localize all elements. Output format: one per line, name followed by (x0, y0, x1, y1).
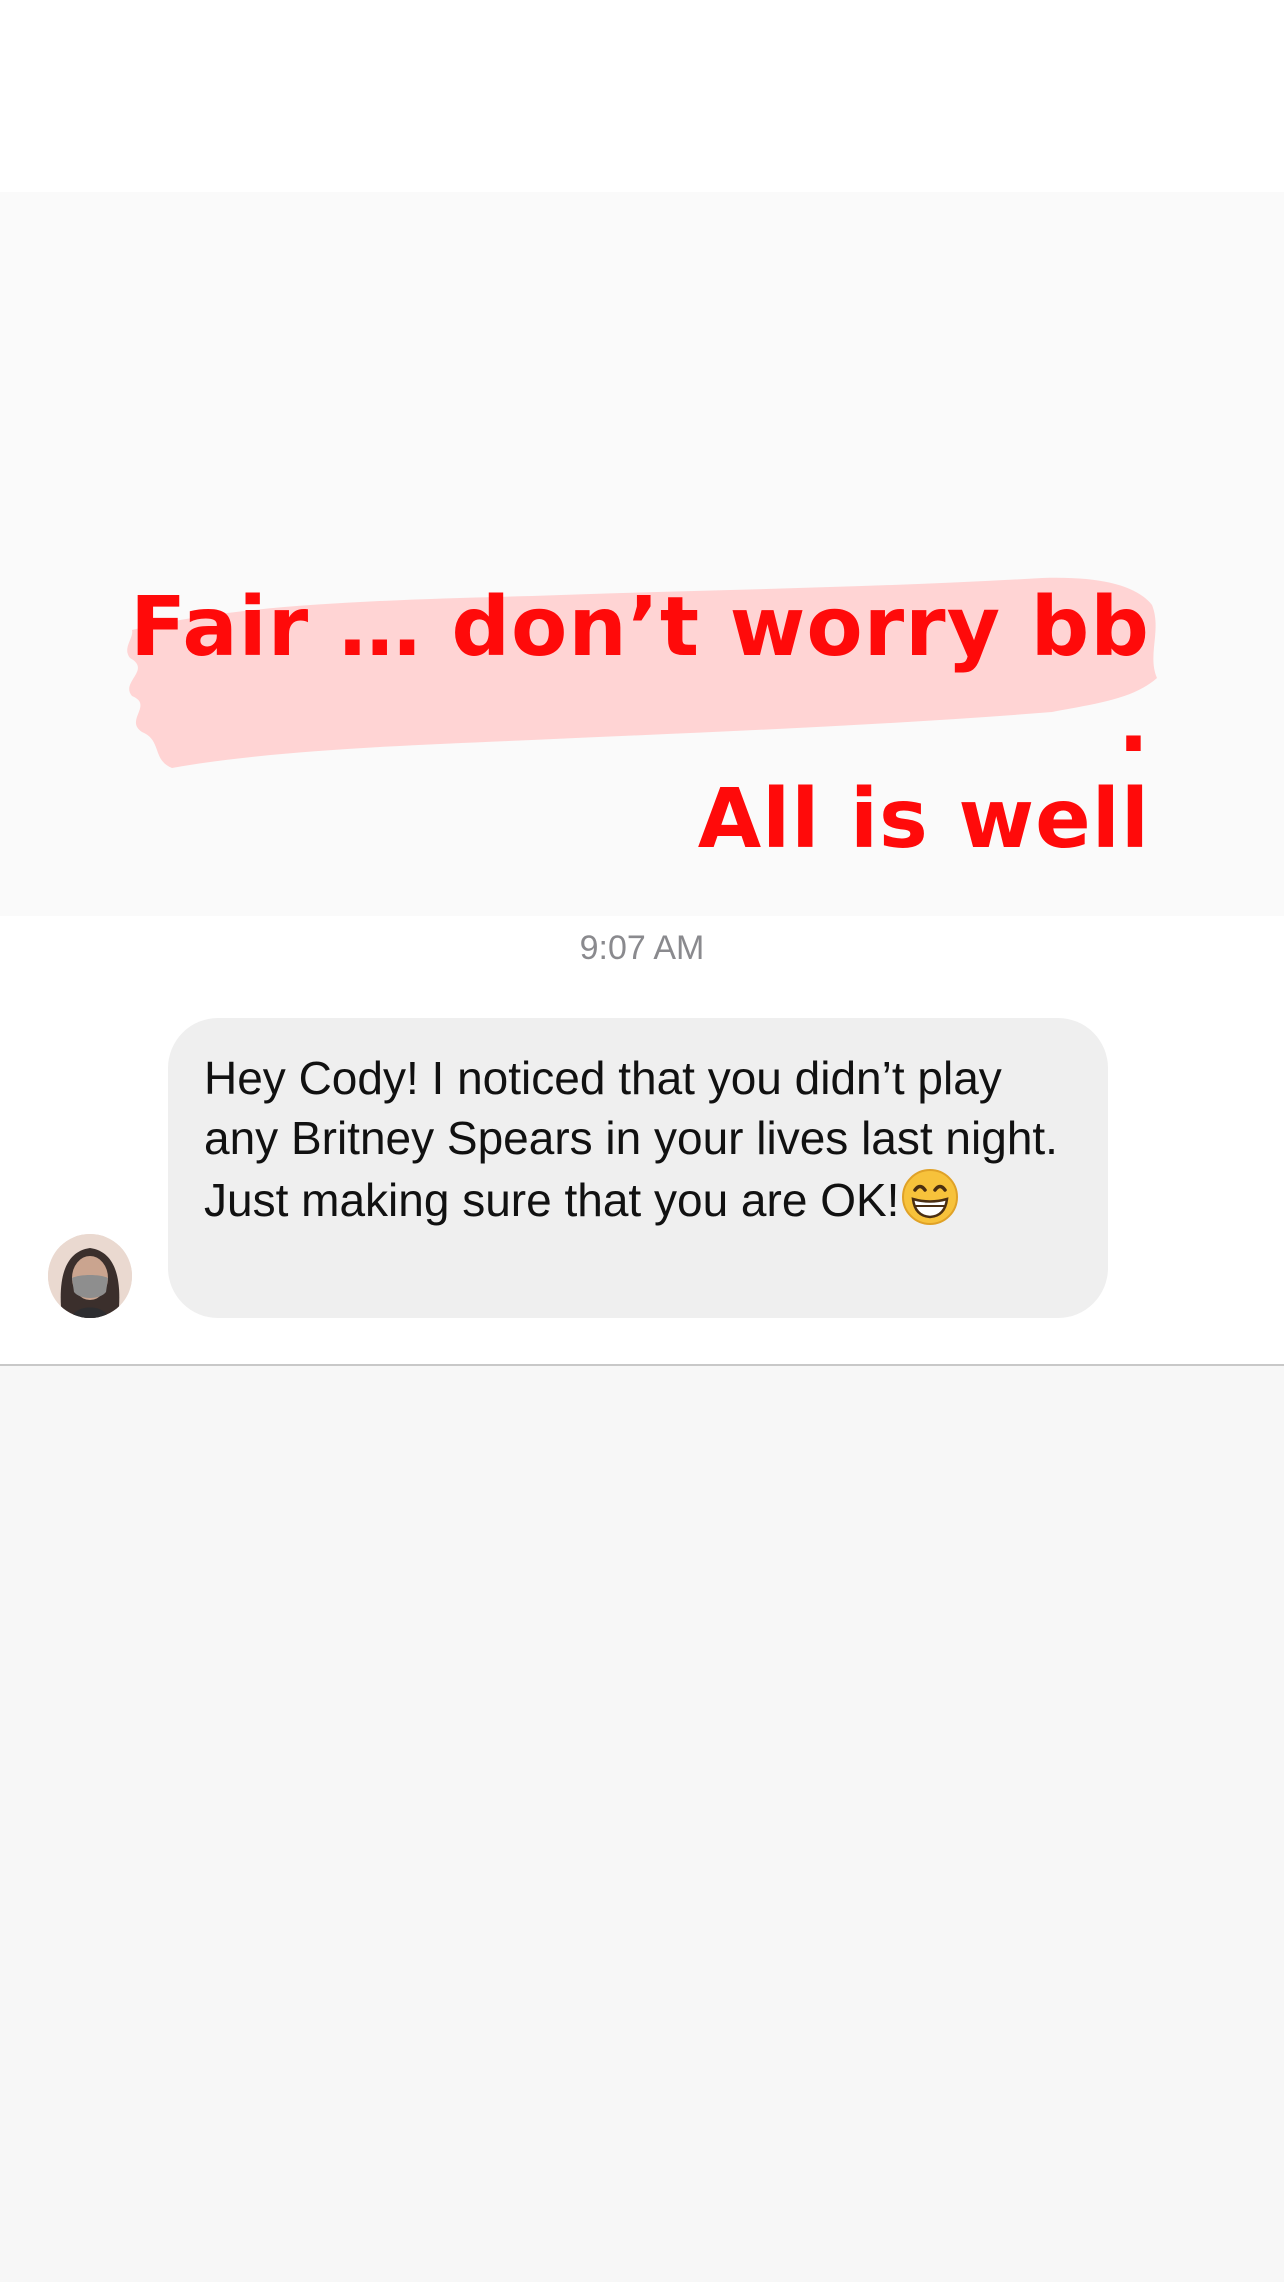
message-timestamp: 9:07 AM (579, 929, 705, 967)
overlay-line-2: All is well (697, 772, 1150, 867)
overlay-line-1: Fair … don’t worry bb . (130, 580, 1150, 771)
top-blank-area (0, 0, 1284, 192)
sender-avatar[interactable] (48, 1234, 132, 1318)
story-overlay-text: Fair … don’t worry bb . All is well (130, 580, 1150, 868)
received-message-bubble[interactable]: Hey Cody! I noticed that you didn’t play… (168, 1018, 1108, 1318)
empty-bottom-area (0, 1366, 1284, 2282)
masked-person-avatar-icon (48, 1234, 132, 1318)
grinning-face-emoji-icon (901, 1168, 959, 1226)
